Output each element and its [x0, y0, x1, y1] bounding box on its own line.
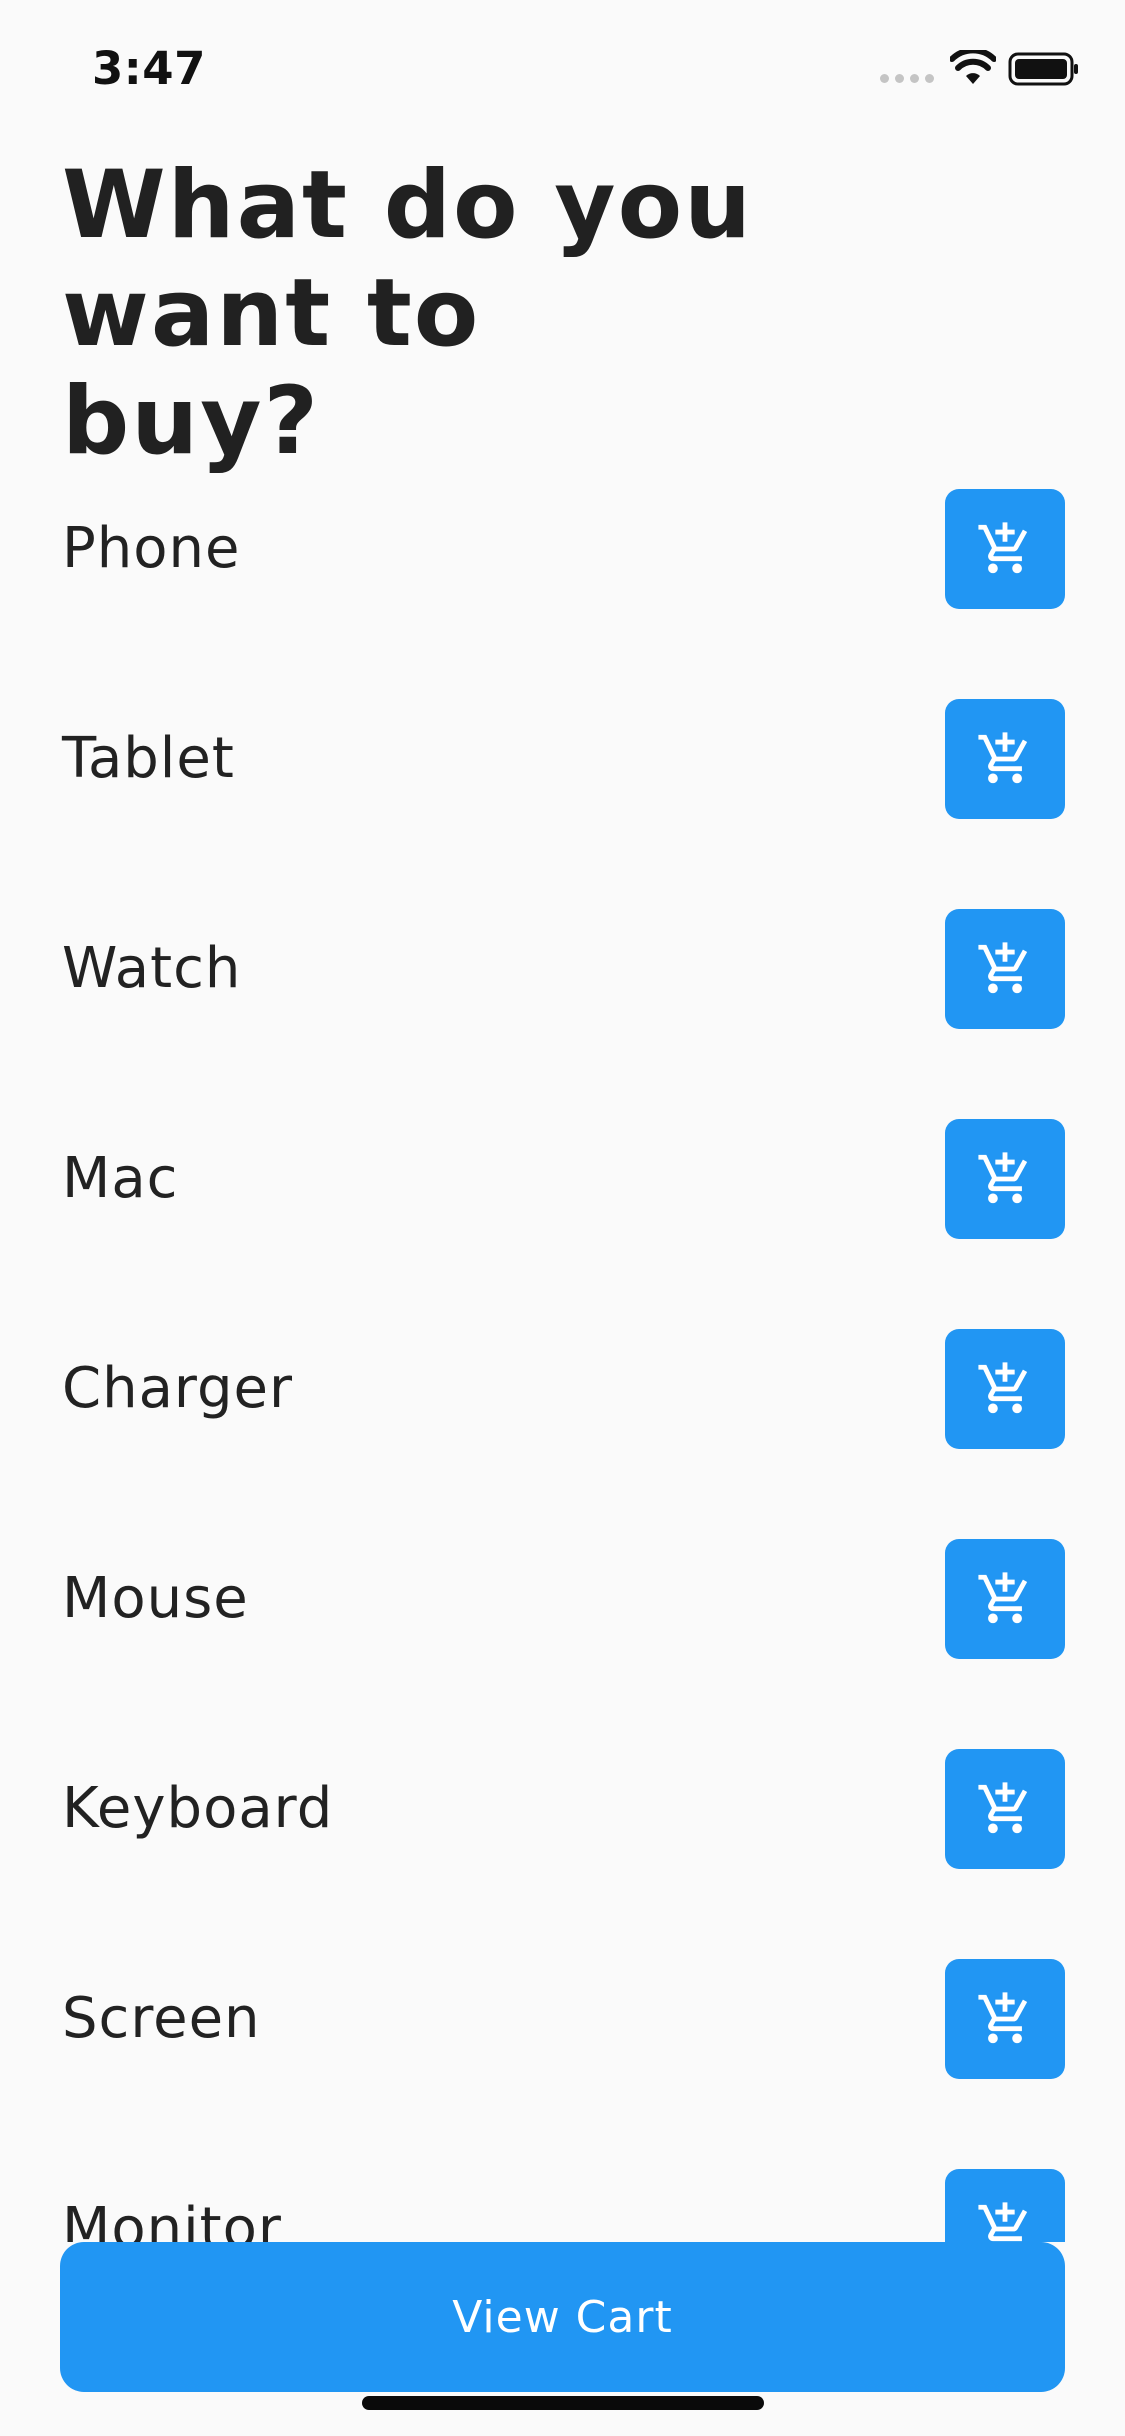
add-shopping-cart-icon [978, 1572, 1028, 1624]
item-name: Monitor [62, 2196, 282, 2242]
list-item: Watch [0, 909, 1125, 1119]
signal-dots-icon [880, 74, 934, 83]
add-to-cart-button[interactable] [945, 1749, 1065, 1869]
list-item: Tablet [0, 699, 1125, 909]
list-item: Screen [0, 1959, 1125, 2169]
add-shopping-cart-icon [978, 1782, 1028, 1834]
add-shopping-cart-icon [978, 522, 1028, 574]
item-name: Keyboard [62, 1776, 334, 1841]
status-bar: 3:47 [0, 0, 1125, 140]
add-to-cart-button[interactable] [945, 1959, 1065, 2079]
add-shopping-cart-icon [978, 1992, 1028, 2044]
add-shopping-cart-icon [978, 1362, 1028, 1414]
item-name: Screen [62, 1986, 261, 2051]
list-item: Charger [0, 1329, 1125, 1539]
battery-icon [1008, 52, 1078, 86]
add-to-cart-button[interactable] [945, 2169, 1065, 2242]
add-shopping-cart-icon [978, 2202, 1028, 2242]
item-name: Charger [62, 1356, 293, 1421]
list-item: Monitor [0, 2169, 1125, 2242]
wifi-icon [950, 50, 996, 84]
item-name: Phone [62, 516, 241, 581]
list-item: Mac [0, 1119, 1125, 1329]
add-shopping-cart-icon [978, 1152, 1028, 1204]
list-item: Keyboard [0, 1749, 1125, 1959]
view-cart-button[interactable]: View Cart [60, 2242, 1065, 2392]
add-to-cart-button[interactable] [945, 699, 1065, 819]
add-shopping-cart-icon [978, 942, 1028, 994]
item-name: Mac [62, 1146, 179, 1211]
add-to-cart-button[interactable] [945, 909, 1065, 1029]
item-name: Tablet [62, 726, 235, 791]
product-list[interactable]: Phone Tablet Watch Mac Charger Mouse Key… [0, 489, 1125, 2242]
add-to-cart-button[interactable] [945, 489, 1065, 609]
status-time: 3:47 [92, 42, 206, 95]
add-to-cart-button[interactable] [945, 1119, 1065, 1239]
home-indicator[interactable] [362, 2396, 764, 2410]
item-name: Watch [62, 936, 242, 1001]
page-title: What do you want to buy? [62, 151, 754, 476]
list-item: Mouse [0, 1539, 1125, 1749]
add-shopping-cart-icon [978, 732, 1028, 784]
item-name: Mouse [62, 1566, 249, 1631]
add-to-cart-button[interactable] [945, 1539, 1065, 1659]
add-to-cart-button[interactable] [945, 1329, 1065, 1449]
list-item: Phone [0, 489, 1125, 699]
